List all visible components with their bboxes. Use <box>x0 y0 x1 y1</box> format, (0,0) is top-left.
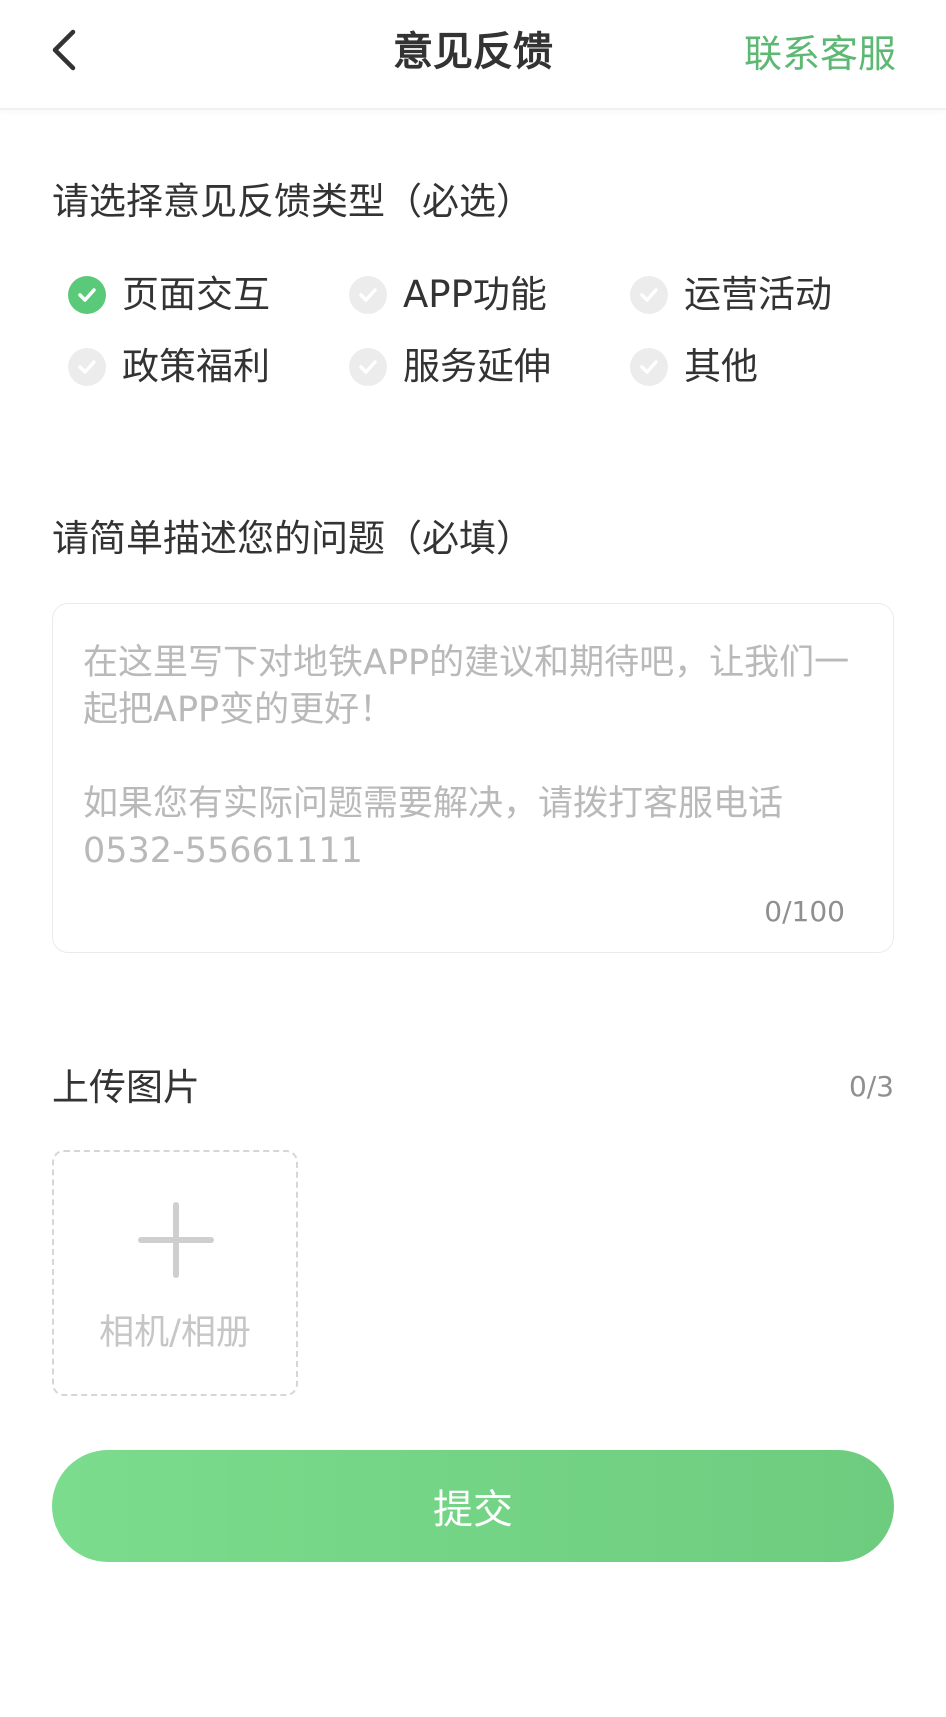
option-label: 运营活动 <box>684 273 832 316</box>
option-label: APP功能 <box>403 273 547 316</box>
option-page-interaction[interactable]: 页面交互 <box>68 272 349 318</box>
option-label: 服务延伸 <box>403 345 551 388</box>
option-app-function[interactable]: APP功能 <box>349 272 630 318</box>
option-other[interactable]: 其他 <box>630 344 911 390</box>
plus-icon <box>138 1202 214 1278</box>
description-char-counter: 0/100 <box>764 895 845 928</box>
unchecked-circle-icon <box>349 276 387 314</box>
feedback-type-options: 页面交互 APP功能 运营活动 政策福利 服务延伸 其他 <box>68 272 928 390</box>
option-label: 页面交互 <box>122 273 270 316</box>
chevron-left-icon <box>52 29 76 71</box>
option-policy-benefits[interactable]: 政策福利 <box>68 344 349 390</box>
checked-circle-icon <box>68 276 106 314</box>
unchecked-circle-icon <box>68 348 106 386</box>
option-label: 其他 <box>684 345 758 388</box>
upload-title: 上传图片 <box>52 1066 200 1109</box>
option-operations-events[interactable]: 运营活动 <box>630 272 911 318</box>
feedback-type-title: 请选择意见反馈类型（必选） <box>52 180 533 223</box>
unchecked-circle-icon <box>349 348 387 386</box>
contact-support-link[interactable]: 联系客服 <box>744 26 896 82</box>
unchecked-circle-icon <box>630 276 668 314</box>
description-textarea[interactable]: 在这里写下对地铁APP的建议和期待吧，让我们一起把APP变的更好！ 如果您有实际… <box>52 603 894 953</box>
back-button[interactable] <box>36 22 92 78</box>
description-title: 请简单描述您的问题（必填） <box>52 517 533 560</box>
upload-counter: 0/3 <box>848 1070 894 1103</box>
add-photo-button[interactable]: 相机/相册 <box>52 1150 298 1396</box>
option-label: 政策福利 <box>122 345 270 388</box>
description-placeholder: 在这里写下对地铁APP的建议和期待吧，让我们一起把APP变的更好！ 如果您有实际… <box>83 643 850 871</box>
submit-button[interactable]: 提交 <box>52 1450 894 1562</box>
option-service-extension[interactable]: 服务延伸 <box>349 344 630 390</box>
unchecked-circle-icon <box>630 348 668 386</box>
header-bar: 意见反馈 联系客服 <box>0 0 946 110</box>
add-photo-label: 相机/相册 <box>99 1313 251 1353</box>
